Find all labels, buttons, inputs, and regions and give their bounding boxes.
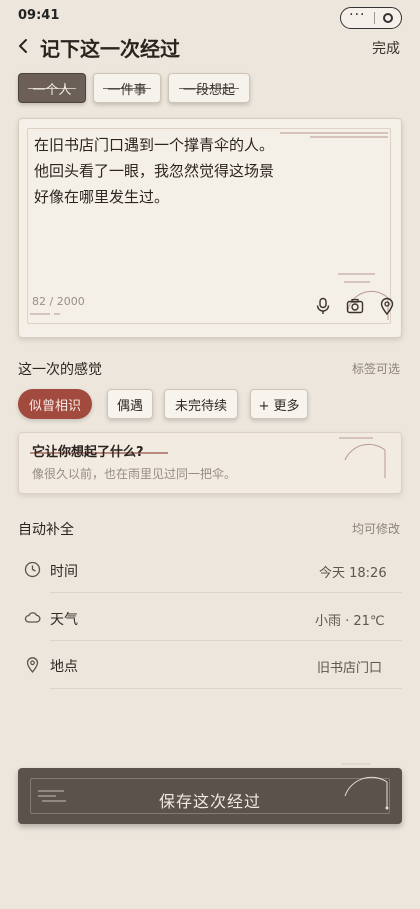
chip-label: 偶遇	[116, 398, 143, 414]
row-divider	[50, 688, 402, 689]
char-counter: 82 / 2000	[32, 295, 85, 308]
tab-event[interactable]: 一件事	[93, 73, 161, 103]
memory-question: 它让你想起了什么?	[32, 445, 144, 460]
done-button[interactable]: 完成	[372, 38, 400, 58]
chip-label: 似曾相识	[28, 398, 81, 414]
feeling-chip-deja-vu[interactable]: 似曾相识	[18, 389, 92, 419]
auto-fill-title: 自动补全	[18, 522, 74, 538]
row-divider	[50, 592, 402, 593]
tab-label: 一段想起	[182, 82, 235, 98]
auto-fill-location-value[interactable]: 旧书店门口	[317, 657, 382, 676]
feeling-section-hint: 标签可选	[352, 362, 401, 376]
row-divider	[50, 640, 402, 641]
memory-answer-input[interactable]: 像很久以前，也在雨里见过同一把伞。	[32, 465, 236, 482]
entry-textarea[interactable]: 在旧书店门口遇到一个撑青伞的人。 他回头看了一眼，我忽然觉得这场景 好像在哪里发…	[34, 132, 364, 210]
feeling-section-title: 这一次的感觉	[18, 362, 102, 378]
cloud-icon	[24, 612, 41, 623]
more-menu-icon[interactable]: ···	[349, 8, 365, 22]
auto-fill-time-value[interactable]: 今天 18:26	[319, 562, 387, 581]
location-pin-icon	[26, 657, 39, 673]
tab-label: 一件事	[107, 82, 147, 98]
chip-label: 未完待续	[174, 398, 227, 414]
status-time: 09:41	[18, 8, 60, 23]
auto-fill-weather-value[interactable]: 小雨 · 21℃	[315, 610, 385, 629]
feeling-chip-unfinished[interactable]: 未完待续	[164, 389, 238, 419]
auto-fill-weather-label: 天气	[50, 612, 78, 628]
save-arc-decoration	[341, 763, 389, 810]
tab-recollection[interactable]: 一段想起	[168, 73, 250, 103]
tab-label: 一个人	[32, 82, 72, 98]
capsule-divider	[373, 12, 375, 24]
microphone-icon[interactable]	[314, 297, 332, 315]
auto-fill-time-label: 时间	[50, 564, 78, 580]
feeling-chip-encounter[interactable]: 偶遇	[107, 389, 153, 419]
location-pin-icon[interactable]	[378, 297, 396, 315]
close-circle-icon[interactable]	[382, 13, 393, 23]
tab-person[interactable]: 一个人	[18, 73, 86, 103]
clock-icon	[24, 561, 41, 578]
auto-fill-hint: 均可修改	[352, 522, 401, 536]
memory-arc-decoration	[339, 437, 386, 478]
counter-decoration	[30, 313, 60, 315]
auto-fill-location-label: 地点	[50, 659, 78, 675]
camera-icon[interactable]	[346, 297, 364, 315]
feeling-chip-more[interactable]: + 更多	[250, 389, 308, 419]
back-chevron-icon[interactable]	[14, 34, 34, 58]
mini-program-capsule[interactable]: ···	[340, 7, 402, 29]
page-title: 记下这一次经过	[40, 37, 180, 61]
chip-label: + 更多	[258, 398, 300, 414]
